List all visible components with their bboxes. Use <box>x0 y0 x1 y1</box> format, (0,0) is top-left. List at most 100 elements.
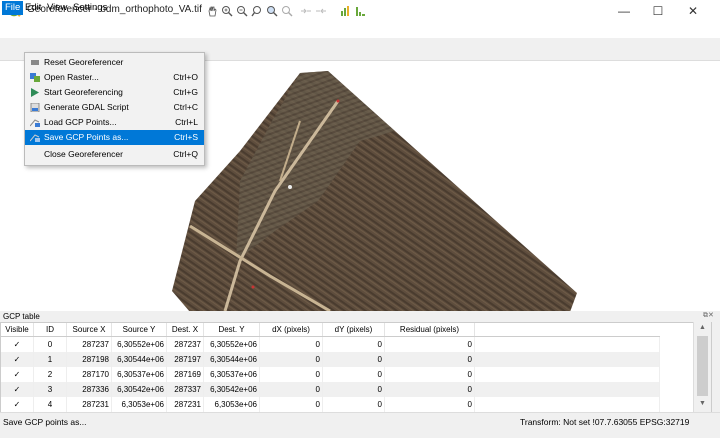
menu-item-shortcut: Ctrl+G <box>173 87 198 97</box>
crs-button[interactable]: EPSG:32719 <box>640 417 690 427</box>
visible-checkbox[interactable]: ✓ <box>1 382 34 397</box>
coordinate-readout: !07.7.63055 <box>592 417 638 427</box>
column-header[interactable]: Source X <box>66 323 112 337</box>
column-header[interactable]: Visible <box>1 323 34 337</box>
menu-item-label: Generate GDAL Script <box>44 102 129 112</box>
link-qgis-icon[interactable] <box>315 5 327 17</box>
zoom-layer-icon[interactable] <box>251 5 263 17</box>
local-histogram-icon[interactable] <box>355 5 367 17</box>
cell-source-x[interactable]: 287198 <box>66 352 112 367</box>
status-info: Transform: Not set !07.7.63055 EPSG:3271… <box>520 417 689 427</box>
cell-id: 1 <box>33 352 67 367</box>
maximize-button[interactable]: ☐ <box>643 2 673 20</box>
dock-close-icon[interactable]: ⧉✕ <box>703 311 714 320</box>
cell-source-y[interactable]: 6,30537e+06 <box>111 367 167 382</box>
cell-dest-y[interactable]: 6,30542e+06 <box>203 382 260 397</box>
cell-source-y[interactable]: 6,30552e+06 <box>111 336 167 352</box>
minimize-button[interactable]: — <box>609 2 639 20</box>
table-row[interactable]: ✓ 4 287231 6,3053e+06 287231 6,3053e+06 … <box>1 397 660 412</box>
cell-dest-y[interactable]: 6,30544e+06 <box>203 352 260 367</box>
link-georef-icon[interactable] <box>300 5 312 17</box>
table-row[interactable]: ✓ 1 287198 6,30544e+06 287197 6,30544e+0… <box>1 352 660 367</box>
cell-dest-x[interactable]: 287197 <box>166 352 204 367</box>
zoom-last-icon[interactable] <box>266 5 278 17</box>
cell-source-y[interactable]: 6,30542e+06 <box>111 382 167 397</box>
cell-source-x[interactable]: 287170 <box>66 367 112 382</box>
transform-status: Transform: Not set <box>520 417 591 427</box>
visible-checkbox[interactable]: ✓ <box>1 397 34 412</box>
menu-item-shortcut: Ctrl+S <box>174 132 198 142</box>
scroll-down-icon[interactable]: ▼ <box>699 400 706 407</box>
cell-dx: 0 <box>259 367 323 382</box>
play-icon <box>31 88 39 97</box>
cell-source-x[interactable]: 287336 <box>66 382 112 397</box>
cell-id: 2 <box>33 367 67 382</box>
table-scrollbar[interactable]: ▲ ▼ <box>693 322 711 412</box>
cell-source-x[interactable]: 287231 <box>66 397 112 412</box>
cell-dx: 0 <box>259 397 323 412</box>
cell-id: 4 <box>33 397 67 412</box>
menu-view[interactable]: View <box>44 1 70 15</box>
cell-residual: 0 <box>384 367 475 382</box>
menu-item-start-georeferencing[interactable]: Start Georeferencing Ctrl+G <box>25 85 204 100</box>
column-header[interactable]: Source Y <box>111 323 167 337</box>
cell-residual: 0 <box>384 397 475 412</box>
gcp-table: Visible ID Source X Source Y Dest. X Des… <box>0 322 712 414</box>
open-raster-icon <box>30 73 40 82</box>
menu-file[interactable]: File <box>2 1 24 15</box>
visible-checkbox[interactable]: ✓ <box>1 352 34 367</box>
menu-item-open-raster[interactable]: Open Raster... Ctrl+O <box>25 70 204 85</box>
file-menu-dropdown: Reset Georeferencer Open Raster... Ctrl+… <box>24 52 205 166</box>
scroll-thumb[interactable] <box>697 336 708 396</box>
table-row[interactable]: ✓ 0 287237 6,30552e+06 287237 6,30552e+0… <box>1 336 660 352</box>
cell-id: 0 <box>33 336 67 352</box>
histogram-stretch-icon[interactable] <box>340 5 352 17</box>
cell-source-x[interactable]: 287237 <box>66 336 112 352</box>
menu-item-load-gcp-points[interactable]: Load GCP Points... Ctrl+L <box>25 115 204 130</box>
column-header[interactable]: Dest. X <box>166 323 204 337</box>
menu-item-generate-gdal-script[interactable]: Generate GDAL Script Ctrl+C <box>25 100 204 115</box>
menu-settings[interactable]: Settings <box>70 1 110 15</box>
cell-id: 3 <box>33 382 67 397</box>
cell-residual: 0 <box>384 382 475 397</box>
menu-bar <box>0 22 720 38</box>
cell-dest-x[interactable]: 287337 <box>166 382 204 397</box>
script-icon <box>30 103 40 112</box>
zoom-out-icon[interactable] <box>236 5 248 17</box>
load-gcp-icon <box>30 119 40 127</box>
column-header[interactable]: dY (pixels) <box>322 323 385 337</box>
pan-icon[interactable] <box>206 5 218 17</box>
column-header[interactable]: Dest. Y <box>203 323 260 337</box>
cell-dest-x[interactable]: 287169 <box>166 367 204 382</box>
cell-residual: 0 <box>384 336 475 352</box>
menu-item-label: Open Raster... <box>44 72 99 82</box>
scroll-up-icon[interactable]: ▲ <box>699 324 706 331</box>
column-header[interactable]: ID <box>33 323 67 337</box>
menu-item-shortcut: Ctrl+O <box>173 72 198 82</box>
cell-dest-x[interactable]: 287231 <box>166 397 204 412</box>
cell-dx: 0 <box>259 336 323 352</box>
close-button[interactable]: ✕ <box>678 2 708 20</box>
cell-source-y[interactable]: 6,30544e+06 <box>111 352 167 367</box>
menu-item-save-gcp-points[interactable]: Save GCP Points as... Ctrl+S <box>25 130 204 145</box>
zoom-in-icon[interactable] <box>221 5 233 17</box>
column-header[interactable]: Residual (pixels) <box>384 323 475 337</box>
cell-dx: 0 <box>259 352 323 367</box>
table-row[interactable]: ✓ 2 287170 6,30537e+06 287169 6,30537e+0… <box>1 367 660 382</box>
menu-item-reset-georeferencer[interactable]: Reset Georeferencer <box>25 55 204 70</box>
cell-dest-y[interactable]: 6,30537e+06 <box>203 367 260 382</box>
menu-item-label: Start Georeferencing <box>44 87 123 97</box>
column-header[interactable]: dX (pixels) <box>259 323 323 337</box>
visible-checkbox[interactable]: ✓ <box>1 336 34 352</box>
cell-dest-y[interactable]: 6,3053e+06 <box>203 397 260 412</box>
table-row[interactable]: ✓ 3 287336 6,30542e+06 287337 6,30542e+0… <box>1 382 660 397</box>
cell-dest-x[interactable]: 287237 <box>166 336 204 352</box>
zoom-next-icon[interactable] <box>281 5 293 17</box>
menu-item-label: Save GCP Points as... <box>44 132 129 142</box>
menu-item-label: Reset Georeferencer <box>44 57 124 67</box>
visible-checkbox[interactable]: ✓ <box>1 367 34 382</box>
menu-edit[interactable]: Edit <box>22 1 44 15</box>
menu-item-close-georeferencer[interactable]: Close Georeferencer Ctrl+Q <box>25 147 204 162</box>
cell-source-y[interactable]: 6,3053e+06 <box>111 397 167 412</box>
cell-dest-y[interactable]: 6,30552e+06 <box>203 336 260 352</box>
